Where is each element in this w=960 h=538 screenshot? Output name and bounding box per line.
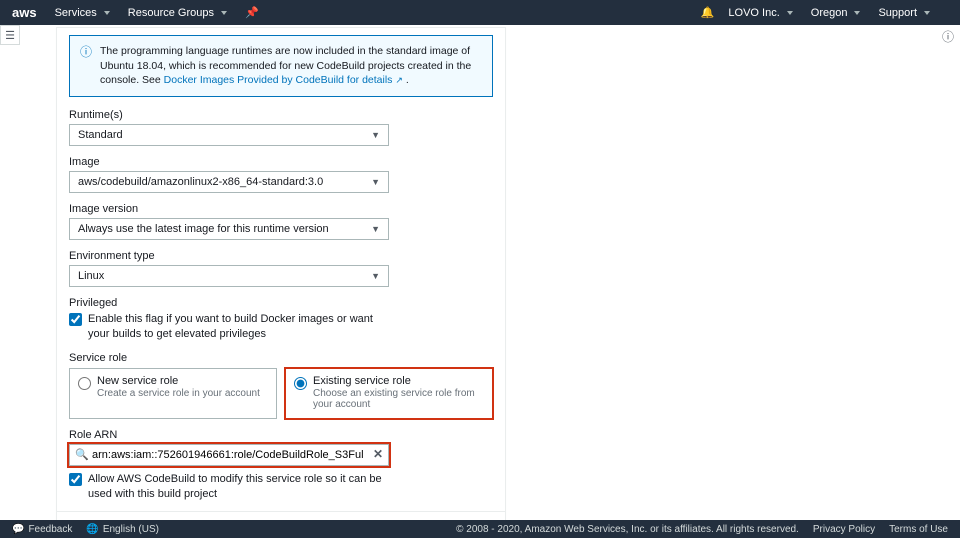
role-arn-input[interactable]	[69, 444, 389, 466]
image-version-field: Image version Always use the latest imag…	[69, 203, 493, 240]
new-service-role-card[interactable]: New service role Create a service role i…	[69, 368, 277, 419]
privacy-link[interactable]: Privacy Policy	[813, 524, 875, 535]
environment-panel: ⓘ The programming language runtimes are …	[56, 27, 506, 520]
nav-support-label: Support	[878, 7, 917, 19]
feedback-link[interactable]: 💬 Feedback	[12, 524, 72, 535]
banner-link-text: Docker Images Provided by CodeBuild for …	[164, 74, 393, 86]
existing-role-desc: Choose an existing service role from you…	[313, 388, 484, 410]
role-arn-field: Role ARN 🔍 ✕ Allow AWS CodeBuild to modi…	[69, 429, 493, 502]
nav-services-label: Services	[55, 7, 97, 19]
bell-icon: 🔔	[701, 6, 715, 19]
allow-modify-row[interactable]: Allow AWS CodeBuild to modify this servi…	[69, 472, 389, 502]
aws-logo-text: aws	[12, 5, 37, 20]
privileged-label: Privileged	[69, 297, 493, 309]
terms-link[interactable]: Terms of Use	[889, 524, 948, 535]
external-link-icon: ↗	[395, 75, 403, 85]
pin-icon: 📌	[245, 6, 259, 19]
caret-down-icon	[854, 11, 860, 15]
sidebar-toggle[interactable]: ☰	[0, 25, 20, 45]
clear-icon[interactable]: ✕	[373, 447, 383, 461]
language-label: English (US)	[103, 524, 159, 535]
allow-modify-checkbox[interactable]	[69, 473, 82, 486]
existing-service-role-radio[interactable]	[294, 377, 307, 390]
additional-config: ▶ Additional configuration Timeout, cert…	[69, 512, 493, 520]
globe-icon: 🌐	[86, 524, 98, 535]
new-service-role-radio[interactable]	[78, 377, 91, 390]
nav-pin[interactable]: 📌	[245, 6, 259, 19]
nav-resource-groups-label: Resource Groups	[128, 7, 214, 19]
nav-account[interactable]: LOVO Inc.	[728, 7, 792, 19]
search-icon: 🔍	[75, 448, 89, 461]
image-field: Image aws/codebuild/amazonlinux2-x86_64-…	[69, 156, 493, 193]
info-icon: ⓘ	[80, 44, 92, 88]
nav-region-label: Oregon	[811, 7, 848, 19]
info-icon: ⓘ	[942, 28, 954, 45]
nav-services[interactable]: Services	[55, 7, 110, 19]
chevron-down-icon: ▼	[371, 224, 380, 234]
runtime-info-banner: ⓘ The programming language runtimes are …	[69, 35, 493, 97]
allow-modify-label: Allow AWS CodeBuild to modify this servi…	[88, 472, 389, 502]
nav-support[interactable]: Support	[878, 7, 930, 19]
caret-down-icon	[104, 11, 110, 15]
env-type-value: Linux	[78, 270, 104, 282]
role-arn-label: Role ARN	[69, 429, 493, 441]
service-role-label: Service role	[69, 352, 493, 364]
terms-label: Terms of Use	[889, 524, 948, 535]
new-role-title: New service role	[97, 375, 260, 387]
feedback-label: Feedback	[28, 524, 72, 535]
top-nav: aws Services Resource Groups 📌 🔔 LOVO In…	[0, 0, 960, 25]
privileged-checkbox-row[interactable]: Enable this flag if you want to build Do…	[69, 312, 389, 342]
runtime-select[interactable]: Standard ▼	[69, 124, 389, 146]
new-role-desc: Create a service role in your account	[97, 388, 260, 399]
privileged-checkbox-label: Enable this flag if you want to build Do…	[88, 312, 389, 342]
existing-role-title: Existing service role	[313, 375, 484, 387]
image-version-select[interactable]: Always use the latest image for this run…	[69, 218, 389, 240]
runtime-value: Standard	[78, 129, 123, 141]
chat-icon: 💬	[12, 524, 24, 535]
role-arn-wrap: 🔍 ✕	[69, 444, 389, 466]
nav-region[interactable]: Oregon	[811, 7, 861, 19]
nav-account-label: LOVO Inc.	[728, 7, 779, 19]
privileged-field: Privileged Enable this flag if you want …	[69, 297, 493, 342]
footer: 💬 Feedback 🌐 English (US) © 2008 - 2020, A…	[0, 520, 960, 538]
runtime-field: Runtime(s) Standard ▼	[69, 109, 493, 146]
env-type-field: Environment type Linux ▼	[69, 250, 493, 287]
service-role-field: Service role New service role Create a s…	[69, 352, 493, 419]
nav-notifications[interactable]: 🔔	[701, 6, 715, 19]
caret-down-icon	[924, 11, 930, 15]
image-select[interactable]: aws/codebuild/amazonlinux2-x86_64-standa…	[69, 171, 389, 193]
env-type-label: Environment type	[69, 250, 493, 262]
env-type-select[interactable]: Linux ▼	[69, 265, 389, 287]
chevron-down-icon: ▼	[371, 271, 380, 281]
existing-service-role-card[interactable]: Existing service role Choose an existing…	[285, 368, 493, 419]
caret-down-icon	[787, 11, 793, 15]
runtime-label: Runtime(s)	[69, 109, 493, 121]
image-version-value: Always use the latest image for this run…	[78, 223, 329, 235]
chevron-down-icon: ▼	[371, 177, 380, 187]
copyright-text: © 2008 - 2020, Amazon Web Services, Inc.…	[456, 524, 799, 535]
image-version-label: Image version	[69, 203, 493, 215]
privacy-label: Privacy Policy	[813, 524, 875, 535]
aws-logo[interactable]: aws	[12, 5, 37, 20]
caret-down-icon	[221, 11, 227, 15]
info-panel-toggle[interactable]: ⓘ	[940, 28, 956, 44]
image-value: aws/codebuild/amazonlinux2-x86_64-standa…	[78, 176, 323, 188]
language-select[interactable]: 🌐 English (US)	[86, 524, 159, 535]
privileged-checkbox[interactable]	[69, 313, 82, 326]
image-label: Image	[69, 156, 493, 168]
chevron-down-icon: ▼	[371, 130, 380, 140]
nav-resource-groups[interactable]: Resource Groups	[128, 7, 227, 19]
hamburger-icon: ☰	[5, 29, 15, 42]
banner-link[interactable]: Docker Images Provided by CodeBuild for …	[164, 74, 403, 86]
